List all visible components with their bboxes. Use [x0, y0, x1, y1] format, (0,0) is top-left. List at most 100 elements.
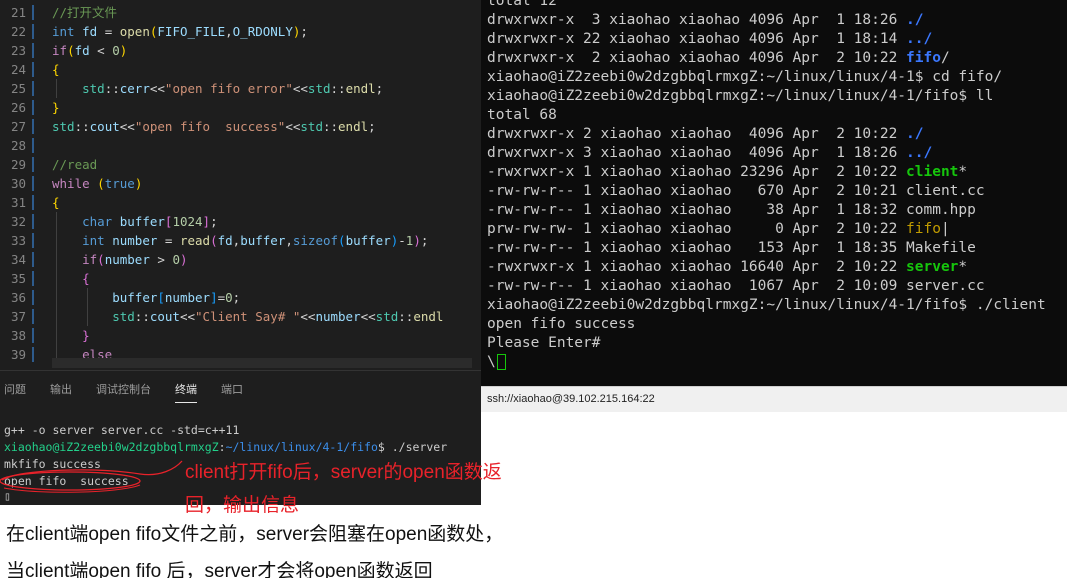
code-line: 23 if(fd < 0)	[0, 41, 481, 60]
git-change-marker	[32, 233, 34, 248]
code-text: if(number > 0)	[52, 250, 187, 269]
git-change-marker	[32, 176, 34, 191]
code-text: std::cout<<"Client Say# "<<number<<std::…	[52, 307, 443, 326]
ssh-terminal[interactable]: total 12 drwxrwxr-x 3 xiaohao xiaohao 409…	[481, 0, 1067, 386]
text-token: true	[104, 176, 135, 191]
git-change-marker	[32, 347, 34, 362]
text-token: drwxrwxr-x 2 xiaohao xiaohao 4096 Apr 2 …	[487, 50, 907, 66]
text-token: ::	[134, 309, 150, 324]
prompt-path: ~/linux/linux/4-1/fifo	[225, 440, 378, 454]
text-token: |	[940, 221, 950, 237]
text-token: ;	[368, 119, 376, 134]
text-token: =	[157, 233, 180, 248]
text-token: {	[52, 62, 60, 77]
text-token: ::	[74, 119, 90, 134]
code-text: while (true)	[52, 174, 142, 193]
text-token: ../	[906, 145, 933, 161]
line-number: 29	[10, 157, 26, 172]
text-token: total 68	[487, 107, 557, 123]
text-token: xiaohao@iZ2zeebi0w2dzgbbqlrmxgZ:~/linux/…	[487, 297, 1046, 313]
ssh-line: total 68	[487, 106, 557, 125]
ssh-line: open fifo success	[487, 315, 635, 334]
code-line: 26}	[0, 98, 481, 117]
line-number: 27	[10, 119, 26, 134]
prompt-user: xiaohao@iZ2zeebi0w2dzgbbqlrmxgZ	[4, 440, 219, 454]
ssh-line: -rw-rw-r-- 1 xiaohao xiaohao 1067 Apr 2 …	[487, 277, 985, 296]
line-number: 31	[10, 195, 26, 210]
text-token: endl	[345, 81, 376, 96]
text-token: FIFO_FILE	[157, 24, 226, 39]
ssh-line: drwxrwxr-x 22 xiaohao xiaohao 4096 Apr 1…	[487, 30, 932, 49]
code-line: 29 //read	[0, 155, 481, 174]
line-number: 39	[10, 347, 26, 362]
text-token: *	[958, 259, 968, 275]
code-text: //read	[52, 155, 97, 174]
line-number: 28	[10, 138, 26, 153]
prompt-command: $ ./server	[377, 440, 448, 454]
code-line: 21 //打开文件	[0, 3, 481, 22]
code-line: 31 {	[0, 193, 481, 212]
text-token: if	[82, 252, 98, 267]
git-change-marker	[32, 309, 34, 324]
tab-output[interactable]: 输出	[50, 381, 72, 397]
text-token: sizeof	[292, 233, 339, 248]
terminal-cursor	[496, 354, 506, 370]
git-change-marker	[32, 5, 34, 20]
text-token: ./	[906, 126, 924, 142]
text-token: open fifo success	[487, 316, 636, 332]
text-token: fd	[217, 233, 233, 248]
text-token: endl	[338, 119, 369, 134]
text-token: ::	[330, 81, 346, 96]
line-number: 35	[10, 271, 26, 286]
git-change-marker	[32, 24, 34, 39]
text-token: ;	[300, 24, 308, 39]
text-token: std	[82, 81, 105, 96]
text-token: drwxrwxr-x 2 xiaohao xiaohao 4096 Apr 2 …	[487, 126, 907, 142]
ssh-line: -rw-rw-r-- 1 xiaohao xiaohao 153 Apr 1 1…	[487, 239, 976, 258]
ssh-line: -rw-rw-r-- 1 xiaohao xiaohao 670 Apr 2 1…	[487, 182, 985, 201]
text-token: (	[210, 233, 218, 248]
line-number: 26	[10, 100, 26, 115]
text-token: -rw-rw-r-- 1 xiaohao xiaohao 153 Apr 1 1…	[487, 240, 976, 256]
terminal-prompt-line: xiaohao@iZ2zeebi0w2dzgbbqlrmxgZ:~/linux/…	[4, 440, 448, 454]
code-text: if(fd < 0)	[52, 41, 127, 60]
text-token: -rwxrwxr-x 1 xiaohao xiaohao 23296 Apr 2…	[487, 164, 907, 180]
tab-ports[interactable]: 端口	[221, 381, 243, 397]
ssh-connection-label: ssh://xiaohao@39.102.215.164:22	[487, 393, 655, 405]
code-line: 36 buffer[number]=0;	[0, 288, 481, 307]
text-token: =	[97, 24, 120, 39]
text-token: <<	[300, 309, 316, 324]
ssh-line: xiaohao@iZ2zeebi0w2dzgbbqlrmxgZ:~/linux/…	[487, 296, 1046, 315]
text-token: {	[52, 195, 60, 210]
tab-debug-console[interactable]: 调试控制台	[96, 381, 151, 397]
tab-problems[interactable]: 问题	[4, 381, 26, 397]
line-number: 33	[10, 233, 26, 248]
text-token: ../	[906, 31, 933, 47]
code-text: int fd = open(FIFO_FILE,O_RDONLY);	[52, 22, 308, 41]
text-token: O_RDONLY	[232, 24, 293, 39]
text-token: client	[906, 164, 959, 180]
line-number: 32	[10, 214, 26, 229]
explanation-line1: 在client端open fifo文件之前，server会阻塞在open函数处，	[6, 524, 504, 545]
text-token: (	[97, 252, 105, 267]
text-token: <<	[285, 119, 301, 134]
text-token: buffer	[345, 233, 391, 248]
code-text: char buffer[1024];	[52, 212, 218, 231]
text-token: *	[958, 164, 968, 180]
text-token: (	[67, 43, 75, 58]
code-editor[interactable]: 21//打开文件 22 int fd = open(FIFO_FILE,O_RDON…	[0, 0, 481, 370]
horizontal-scrollbar[interactable]	[52, 358, 472, 368]
text-token: )	[119, 43, 128, 58]
git-change-marker	[32, 157, 34, 172]
code-line: 33 int number = read(fd,buffer,sizeof(bu…	[0, 231, 481, 250]
text-token: int	[82, 233, 105, 248]
text-token: /	[940, 50, 950, 66]
tab-terminal[interactable]: 终端	[175, 381, 197, 403]
text-token: fifo	[906, 221, 941, 237]
code-line: 32 char buffer[1024];	[0, 212, 481, 231]
